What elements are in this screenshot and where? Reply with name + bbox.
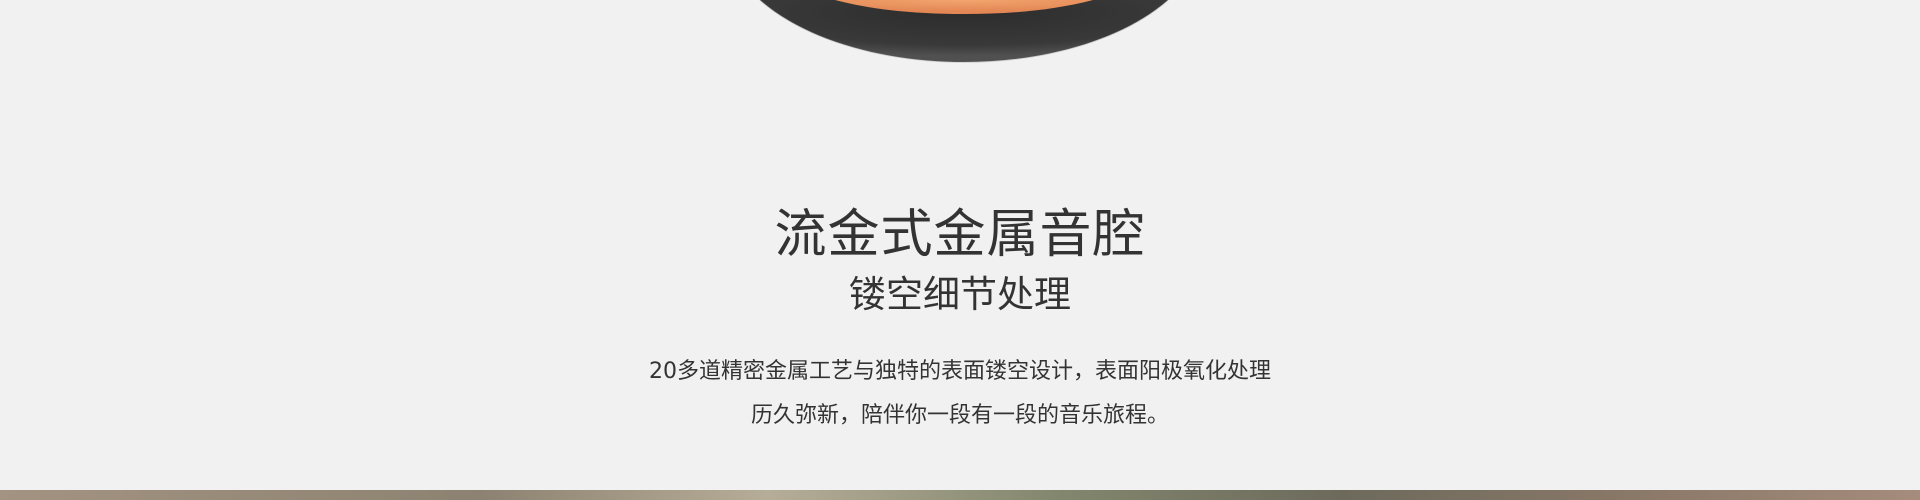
feature-copy-section: 流金式金属音腔 镂空细节处理 20多道精密金属工艺与独特的表面镂空设计，表面阳极…	[0, 200, 1920, 438]
feature-subheadline: 镂空细节处理	[849, 273, 1071, 316]
feature-description: 20多道精密金属工艺与独特的表面镂空设计，表面阳极氧化处理 历久弥新，陪伴你一段…	[0, 350, 1920, 438]
speaker-cavity-image	[0, 0, 1920, 70]
description-line-2: 历久弥新，陪伴你一段有一段的音乐旅程。	[750, 403, 1169, 428]
feature-headline: 流金式金属音腔	[774, 205, 1146, 265]
speaker-cavity-icon	[759, 0, 1169, 63]
description-line-1: 20多道精密金属工艺与独特的表面镂空设计，表面阳极氧化处理	[649, 359, 1271, 384]
lifestyle-photo-strip	[0, 490, 1920, 500]
